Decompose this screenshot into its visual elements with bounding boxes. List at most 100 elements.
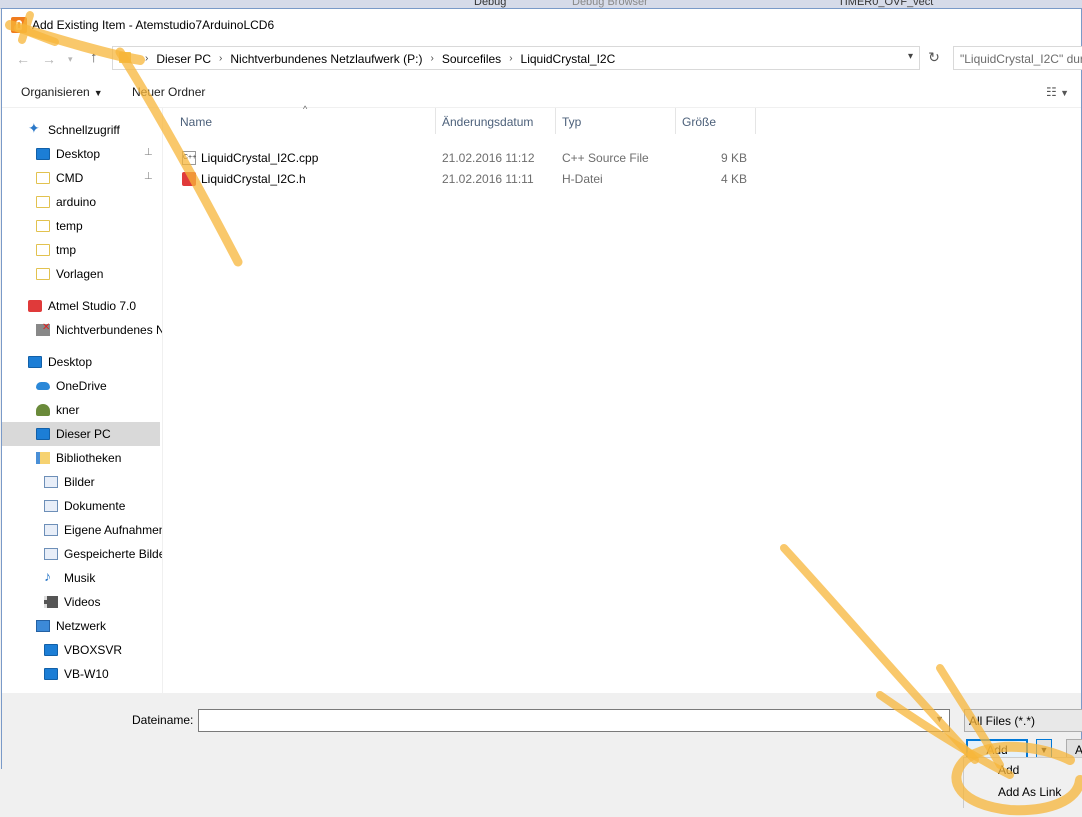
file-row[interactable]: C++ LiquidCrystal_I2C.cpp 21.02.2016 11:12… [179, 148, 779, 168]
column-divider[interactable] [755, 108, 756, 134]
pin-icon: ⊥ [144, 147, 153, 158]
chevron-down-icon: ▼ [93, 88, 103, 98]
file-type: H-Datei [562, 172, 603, 186]
filename-combobox[interactable]: ▼ [198, 709, 950, 732]
organize-label: Organisieren [21, 85, 90, 99]
cloud-icon [36, 382, 50, 390]
column-header-type[interactable]: Typ [562, 115, 581, 129]
file-name: LiquidCrystal_I2C.h [201, 172, 306, 186]
pc-icon [44, 644, 58, 656]
file-row[interactable]: LiquidCrystal_I2C.h 21.02.2016 11:11 H-Dat… [179, 169, 779, 189]
search-box[interactable] [953, 46, 1082, 70]
nav-item-label: Nichtverbundenes Netzlaufwerk (P:) [56, 323, 162, 337]
column-header-size[interactable]: Größe [682, 115, 716, 129]
nav-item[interactable]: Dokumente [2, 494, 160, 518]
atmel-icon [28, 300, 42, 312]
add-existing-item-dialog: Add Existing Item - Atemstudio7ArduinoLC… [1, 8, 1082, 770]
menu-item-add[interactable]: Add [998, 763, 1019, 777]
nav-item-label: Desktop [48, 355, 93, 369]
refresh-icon[interactable]: ↻ [924, 49, 944, 69]
nav-item[interactable]: VB-W10 [2, 662, 160, 686]
nav-item[interactable]: ♪ Musik [2, 566, 160, 590]
document-icon [44, 524, 58, 536]
view-options-button[interactable]: ☷ ▼ [1046, 85, 1069, 99]
file-list[interactable]: ^ Name Änderungsdatum Typ Größe C++ Liqui… [163, 104, 1082, 693]
desktop-icon [28, 356, 42, 368]
chevron-down-icon[interactable]: ▼ [935, 714, 944, 724]
organize-button[interactable]: Organisieren ▼ [21, 85, 103, 99]
bottom-bar: Dateiname: ▼ All Files (*.*) Add ▼ Abbre… [2, 693, 1082, 770]
search-input[interactable] [954, 47, 1082, 69]
file-name: LiquidCrystal_I2C.cpp [201, 151, 319, 165]
nav-item[interactable]: Gespeicherte Bilder [2, 542, 163, 566]
nav-item[interactable]: temp [2, 214, 160, 238]
nav-item[interactable]: Videos [2, 590, 160, 614]
nav-item-label: temp [56, 219, 83, 233]
nav-item[interactable]: kner [2, 398, 160, 422]
file-date: 21.02.2016 11:12 [442, 151, 535, 165]
breadcrumb-item[interactable]: Sourcefiles [442, 52, 501, 66]
breadcrumb-item[interactable]: LiquidCrystal_I2C [521, 52, 616, 66]
column-divider[interactable] [675, 108, 676, 134]
recent-chevron-icon[interactable]: ▾ [68, 54, 73, 65]
new-folder-button[interactable]: Neuer Ordner [132, 85, 205, 99]
nav-item[interactable]: tmp [2, 238, 160, 262]
column-divider[interactable] [555, 108, 556, 134]
command-bar: Organisieren ▼ Neuer Ordner ☷ ▼ [2, 77, 1081, 108]
forward-arrow-icon[interactable]: → [42, 51, 56, 67]
navigation-pane[interactable]: ✦ Schnellzugriff Desktop ⊥ CMD ⊥ arduino temp tm… [2, 108, 163, 693]
title-bar: Add Existing Item - Atemstudio7ArduinoLC… [2, 9, 1081, 41]
nav-item[interactable]: Desktop [2, 350, 160, 374]
nav-item-label: kner [56, 403, 80, 417]
nav-item[interactable]: Bilder [2, 470, 160, 494]
atmel-app-icon [11, 17, 27, 33]
symbol-dropdown[interactable]: TIMER0_OVF_vect [838, 0, 933, 8]
column-header-name[interactable]: Name [180, 115, 212, 129]
nav-item[interactable]: Bibliotheken [2, 446, 160, 470]
music-icon: ♪ [44, 568, 51, 584]
file-type: C++ Source File [562, 151, 649, 165]
nav-item[interactable]: OneDrive [2, 374, 160, 398]
nav-item[interactable]: Desktop ⊥ [2, 142, 160, 166]
breadcrumb-item[interactable]: Dieser PC [156, 52, 211, 66]
pin-icon: ⊥ [144, 171, 153, 182]
nav-item[interactable]: Nichtverbundenes Netzlaufwerk (P:) [2, 318, 162, 342]
add-options-menu: Add Add As Link [963, 757, 1082, 808]
filename-label: Dateiname: [132, 713, 194, 727]
nav-item[interactable]: Vorlagen [2, 262, 160, 286]
breadcrumb-separator-icon[interactable]: › [509, 53, 512, 66]
folder-icon [36, 172, 50, 184]
header-file-icon [182, 172, 196, 186]
menu-item-add-as-link[interactable]: Add As Link [998, 785, 1061, 799]
nav-item[interactable]: Dieser PC [2, 422, 160, 446]
address-bar[interactable]: › Dieser PC › Nichtverbundenes Netzlaufwerk… [112, 46, 920, 70]
breadcrumb-separator-icon[interactable]: › [430, 53, 433, 66]
breadcrumb-item[interactable]: Nichtverbundenes Netzlaufwerk (P:) [230, 52, 422, 66]
breadcrumb-separator-icon[interactable]: › [145, 53, 148, 66]
nav-item-label: VB-W10 [64, 667, 109, 681]
nav-item-label: Gespeicherte Bilder [64, 547, 163, 561]
nav-item[interactable]: VBOXSVR [2, 638, 160, 662]
column-header-date[interactable]: Änderungsdatum [442, 115, 533, 129]
document-icon [44, 548, 58, 560]
nav-item-label: Musik [64, 571, 96, 585]
column-divider[interactable] [435, 108, 436, 134]
dialog-title: Add Existing Item - Atemstudio7ArduinoLC… [32, 18, 275, 32]
filename-input[interactable] [199, 710, 927, 731]
nav-item[interactable]: Netzwerk [2, 614, 160, 638]
config-dropdown[interactable]: Debug [474, 0, 506, 8]
nav-item[interactable]: arduino [2, 190, 160, 214]
nav-item-label: Atmel Studio 7.0 [48, 299, 137, 313]
nav-item-label: Desktop [56, 147, 101, 161]
nav-item[interactable]: ✦ Schnellzugriff [2, 118, 160, 142]
file-type-filter[interactable]: All Files (*.*) [964, 709, 1082, 732]
platform-dropdown[interactable]: Debug Browser [572, 0, 648, 8]
user-icon [36, 404, 50, 416]
chevron-down-icon[interactable]: ▾ [908, 51, 913, 62]
nav-item[interactable]: Atmel Studio 7.0 [2, 294, 160, 318]
up-arrow-icon[interactable]: ↑ [90, 49, 98, 66]
nav-item[interactable]: CMD ⊥ [2, 166, 160, 190]
nav-item[interactable]: Eigene Aufnahmen [2, 518, 162, 542]
breadcrumb-separator-icon[interactable]: › [219, 53, 222, 66]
back-arrow-icon[interactable]: ← [16, 51, 30, 67]
